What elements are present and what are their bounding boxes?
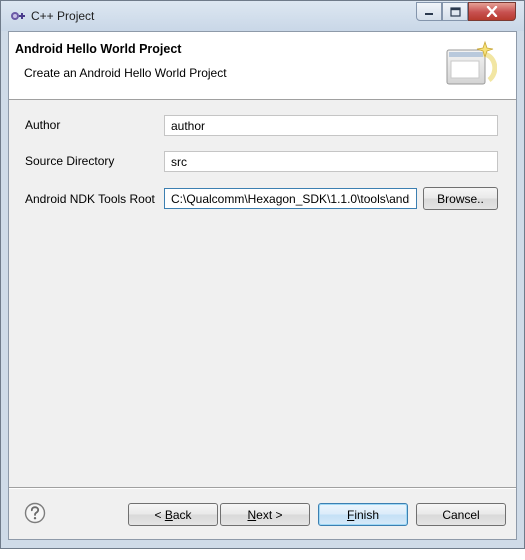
author-label: Author (25, 118, 61, 132)
finish-button[interactable]: Finish (318, 503, 408, 526)
browse-button[interactable]: Browse.. (423, 187, 498, 210)
close-icon (486, 6, 498, 17)
dialog-client-area: Android Hello World Project Create an An… (8, 31, 517, 540)
minimize-button[interactable] (416, 2, 442, 21)
cancel-button[interactable]: Cancel (416, 503, 506, 526)
cpp-project-icon (11, 12, 25, 20)
next-button[interactable]: Next > (220, 503, 310, 526)
maximize-button[interactable] (442, 2, 468, 21)
finish-button-rest: inish (354, 507, 380, 522)
minimize-icon (425, 12, 433, 15)
back-button-mnemonic: B (164, 507, 173, 522)
page-description: Create an Android Hello World Project (24, 66, 227, 80)
dialog-window: C++ Project Android Hello World Project … (0, 0, 525, 549)
back-button[interactable]: < Back (128, 503, 218, 526)
ndk-tools-root-input[interactable] (164, 188, 417, 209)
source-directory-label: Source Directory (25, 154, 115, 168)
next-button-mnemonic: N (247, 507, 257, 522)
button-bar-separator (9, 487, 516, 489)
page-title: Android Hello World Project (15, 42, 182, 56)
maximize-icon (449, 6, 461, 17)
close-button[interactable] (468, 2, 516, 21)
new-project-wizard-icon (446, 40, 497, 85)
ndk-tools-root-label: Android NDK Tools Root (25, 192, 155, 206)
title-bar[interactable]: C++ Project (1, 1, 524, 31)
source-directory-input[interactable] (164, 151, 498, 172)
finish-button-mnemonic: F (346, 507, 355, 522)
back-button-rest: ack (172, 507, 192, 522)
help-icon[interactable] (24, 502, 46, 524)
window-title: C++ Project (31, 9, 95, 23)
next-button-rest: ext > (256, 507, 283, 522)
author-input[interactable] (164, 115, 498, 136)
wizard-header: Android Hello World Project Create an An… (9, 32, 516, 100)
back-button-prefix: < (154, 507, 165, 522)
